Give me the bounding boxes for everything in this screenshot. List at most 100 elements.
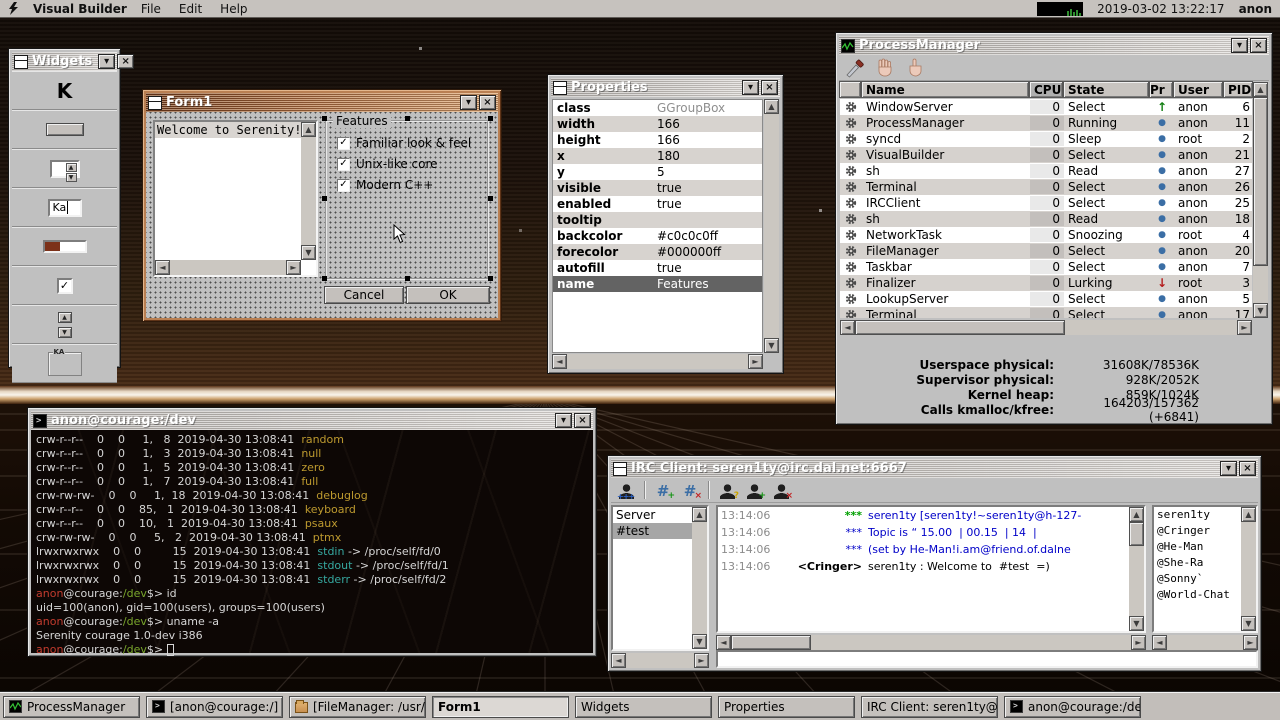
channel-list-hscrollbar[interactable]: ◄► <box>611 653 709 668</box>
scrollbar-track[interactable] <box>301 137 316 245</box>
selection-handle[interactable] <box>322 116 327 121</box>
process-table-header[interactable]: NameCPUStatePrUserPID <box>839 81 1269 98</box>
palette-textbox-tool[interactable]: Ka <box>12 188 117 227</box>
member-item[interactable]: @World-Chat <box>1154 587 1242 603</box>
palette-groupbox-tool[interactable]: KA <box>12 344 117 383</box>
form-designer-canvas[interactable]: Welcome to Serenity! ▲▼ ◄► Features ✓Fam… <box>146 112 498 318</box>
menu-help[interactable]: Help <box>220 2 247 16</box>
process-row-sh[interactable]: sh0Read●anon18 <box>840 211 1252 227</box>
channel-item-#test[interactable]: #test <box>613 523 693 539</box>
taskbar-button-properties[interactable]: Properties <box>718 696 855 718</box>
chat-log[interactable]: 13:14:06***seren1ty [seren1ty!~seren1ty@… <box>716 505 1146 633</box>
property-row-height[interactable]: height166 <box>553 132 762 148</box>
properties-vscrollbar[interactable]: ▲▼ <box>764 99 779 353</box>
process-row-syncd[interactable]: syncd0Sleep●root2 <box>840 131 1252 147</box>
property-row-name[interactable]: nameFeatures <box>553 276 762 292</box>
palette-checkbox-tool[interactable]: ✓ <box>12 266 117 305</box>
column-header-User[interactable]: User <box>1173 81 1223 98</box>
property-row-enabled[interactable]: enabledtrue <box>553 196 762 212</box>
palette-scrollbar-tool[interactable]: ▲▼ <box>12 305 117 344</box>
member-list-vscrollbar[interactable]: ▲▼ <box>1241 507 1256 631</box>
terminal-output[interactable]: crw-r--r-- 0 0 1, 8 2019-04-30 13:08:41 … <box>31 430 593 653</box>
process-row-NetworkTask[interactable]: NetworkTask0Snoozing●root4 <box>840 227 1252 243</box>
process-row-sh[interactable]: sh0Read●anon27 <box>840 163 1252 179</box>
process-row-LookupServer[interactable]: LookupServer0Select●anon5 <box>840 291 1252 307</box>
selection-handle[interactable] <box>488 276 493 281</box>
property-row-class[interactable]: classGGroupBox <box>553 100 762 116</box>
scroll-down-icon[interactable]: ▼ <box>1241 616 1256 631</box>
close-button[interactable]: × <box>574 413 591 428</box>
scroll-up-icon[interactable]: ▲ <box>301 122 316 137</box>
scrollbar-track[interactable] <box>692 522 707 634</box>
ok-button[interactable]: OK <box>406 286 490 304</box>
member-list-hscrollbar[interactable]: ◄► <box>1152 635 1258 650</box>
irc-titlebar[interactable]: IRC Client: seren1ty@irc.dal.net:6667 ▾× <box>611 459 1258 478</box>
scroll-down-icon[interactable]: ▼ <box>1253 303 1268 318</box>
feature-checkbox[interactable]: ✓Familiar look & feel <box>337 136 487 150</box>
cancel-button[interactable]: Cancel <box>324 286 404 304</box>
scroll-up-icon[interactable]: ▲ <box>764 99 779 114</box>
scrollbar-track[interactable] <box>1167 635 1243 650</box>
system-menu-icon[interactable] <box>8 2 19 15</box>
minimize-button[interactable]: ▾ <box>460 95 477 110</box>
scroll-up-icon[interactable]: ▲ <box>1129 507 1144 522</box>
column-header-Name[interactable]: Name <box>861 81 1029 98</box>
scroll-down-icon[interactable]: ▼ <box>301 245 316 260</box>
user-kick-icon[interactable]: × <box>772 482 790 499</box>
property-row-tooltip[interactable]: tooltip <box>553 212 762 228</box>
scroll-up-icon[interactable]: ▲ <box>1253 82 1268 97</box>
column-header-Pr[interactable]: Pr <box>1149 81 1173 98</box>
palette-button-tool[interactable] <box>12 110 117 149</box>
column-header-CPU[interactable]: CPU <box>1029 81 1063 98</box>
scroll-down-icon[interactable]: ▼ <box>1129 616 1144 631</box>
scrollbar-thumb[interactable] <box>855 320 1065 335</box>
properties-titlebar[interactable]: Properties ▾× <box>551 78 780 97</box>
process-row-Taskbar[interactable]: Taskbar0Select●anon7 <box>840 259 1252 275</box>
scrollbar-track[interactable] <box>626 653 694 668</box>
scroll-down-icon[interactable]: ▼ <box>692 634 707 649</box>
taskbar-button-form1[interactable]: Form1 <box>432 696 569 718</box>
minimize-button[interactable]: ▾ <box>555 413 572 428</box>
chat-hscrollbar[interactable]: ◄► <box>716 635 1146 650</box>
designed-groupbox-features[interactable]: Features ✓Familiar look & feel✓Unix-like… <box>325 120 489 280</box>
editor-hscrollbar[interactable]: ◄► <box>155 260 301 275</box>
minimize-button[interactable]: ▾ <box>1220 461 1237 476</box>
member-item[interactable]: @Sonny` <box>1154 571 1242 587</box>
property-row-y[interactable]: y5 <box>553 164 762 180</box>
widgets-titlebar[interactable]: Widgets ▾× <box>12 52 117 71</box>
process-row-Terminal[interactable]: Terminal0Select●anon26 <box>840 179 1252 195</box>
channel-list[interactable]: Server#test ▲▼ <box>611 505 709 651</box>
editor-vscrollbar[interactable]: ▲▼ <box>301 122 316 260</box>
minimize-button[interactable]: ▾ <box>98 54 115 69</box>
process-manager-titlebar[interactable]: ProcessManager ▾× <box>839 36 1269 55</box>
taskbar-button-widgets[interactable]: Widgets <box>575 696 712 718</box>
part-channel-icon[interactable]: #× <box>681 482 699 499</box>
process-row-IRCClient[interactable]: IRCClient0Select●anon25 <box>840 195 1252 211</box>
scroll-right-icon[interactable]: ► <box>1131 635 1146 650</box>
column-header-icon[interactable] <box>839 81 861 98</box>
taskbar-button-processmanager[interactable]: ProcessManager <box>3 696 140 718</box>
palette-spinbox-tool[interactable]: ▲▼ <box>12 149 117 188</box>
scrollbar-track[interactable] <box>764 114 779 338</box>
palette-label-tool[interactable]: K <box>12 71 117 110</box>
property-row-backcolor[interactable]: backcolor#c0c0c0ff <box>553 228 762 244</box>
close-button[interactable]: × <box>1250 38 1267 53</box>
terminal-titlebar[interactable]: > anon@courage:/dev ▾× <box>31 411 593 430</box>
menu-file[interactable]: File <box>141 2 161 16</box>
taskbar-button-anon-courage-dev[interactable]: >anon@courage:/dev <box>1004 696 1141 718</box>
minimize-button[interactable]: ▾ <box>742 80 759 95</box>
minimize-button[interactable]: ▾ <box>1231 38 1248 53</box>
scroll-right-icon[interactable]: ► <box>286 260 301 275</box>
scrollbar-track[interactable] <box>1241 522 1256 616</box>
close-button[interactable]: × <box>117 54 134 69</box>
property-row-forecolor[interactable]: forecolor#000000ff <box>553 244 762 260</box>
property-row-autofill[interactable]: autofilltrue <box>553 260 762 276</box>
channel-list-vscrollbar[interactable]: ▲▼ <box>692 507 707 649</box>
scrollbar-track[interactable] <box>1253 97 1268 303</box>
kill-process-icon[interactable] <box>845 58 865 78</box>
scrollbar-track[interactable] <box>855 320 1237 335</box>
scroll-up-icon[interactable]: ▲ <box>1241 507 1256 522</box>
scrollbar-track[interactable] <box>731 635 1131 650</box>
scrollbar-thumb[interactable] <box>1253 97 1268 266</box>
process-row-Finalizer[interactable]: Finalizer0Lurking↓root3 <box>840 275 1252 291</box>
